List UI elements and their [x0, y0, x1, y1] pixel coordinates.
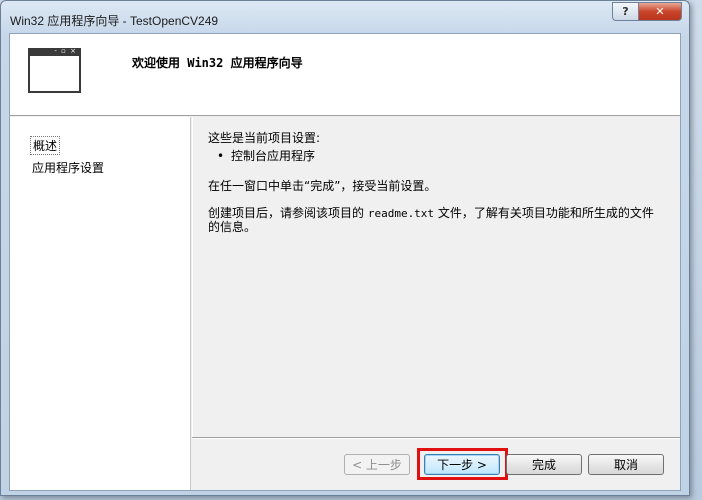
readme-hint-line2: 的信息。 [208, 220, 257, 234]
nav-item-app-settings[interactable]: 应用程序设置 [32, 159, 104, 176]
title-buttons: ? ✕ [612, 2, 682, 21]
finish-hint: 在任一窗口中单击“完成”，接受当前设置。 [208, 179, 437, 193]
banner-title: 欢迎使用 Win32 应用程序向导 [132, 56, 303, 70]
help-button[interactable]: ? [612, 2, 638, 21]
settings-intro: 这些是当前项目设置: [208, 131, 321, 145]
help-icon: ? [622, 5, 629, 18]
readme-filename: readme.txt [367, 207, 435, 220]
window-icon: - ▫ × [28, 47, 81, 93]
close-icon: ✕ [655, 5, 665, 18]
button-separator [192, 437, 680, 439]
readme-hint: 创建项目后，请参阅该项目的 readme.txt 文件，了解有关项目功能和所生成… [208, 206, 654, 220]
wizard-banner: - ▫ × 欢迎使用 Win32 应用程序向导 [10, 34, 680, 116]
close-button[interactable]: ✕ [638, 2, 682, 21]
settings-bullet: 控制台应用程序 [217, 147, 315, 164]
finish-button[interactable]: 完成 [506, 454, 582, 475]
title-bar[interactable]: Win32 应用程序向导 - TestOpenCV249 ? ✕ [1, 1, 689, 33]
cancel-button[interactable]: 取消 [588, 454, 664, 475]
next-button-highlight [417, 448, 508, 480]
wizard-content: 这些是当前项目设置: 控制台应用程序 在任一窗口中单击“完成”，接受当前设置。 … [192, 117, 680, 437]
prev-button[interactable]: < 上一步 [344, 454, 410, 475]
dialog-client-area: - ▫ × 欢迎使用 Win32 应用程序向导 概述 应用程序设置 这些是当前项… [9, 33, 681, 491]
wizard-nav: 概述 应用程序设置 [10, 117, 191, 490]
wizard-dialog: Win32 应用程序向导 - TestOpenCV249 ? ✕ - ▫ × 欢… [0, 0, 690, 496]
nav-item-overview[interactable]: 概述 [30, 136, 61, 155]
window-title: Win32 应用程序向导 - TestOpenCV249 [10, 14, 219, 28]
